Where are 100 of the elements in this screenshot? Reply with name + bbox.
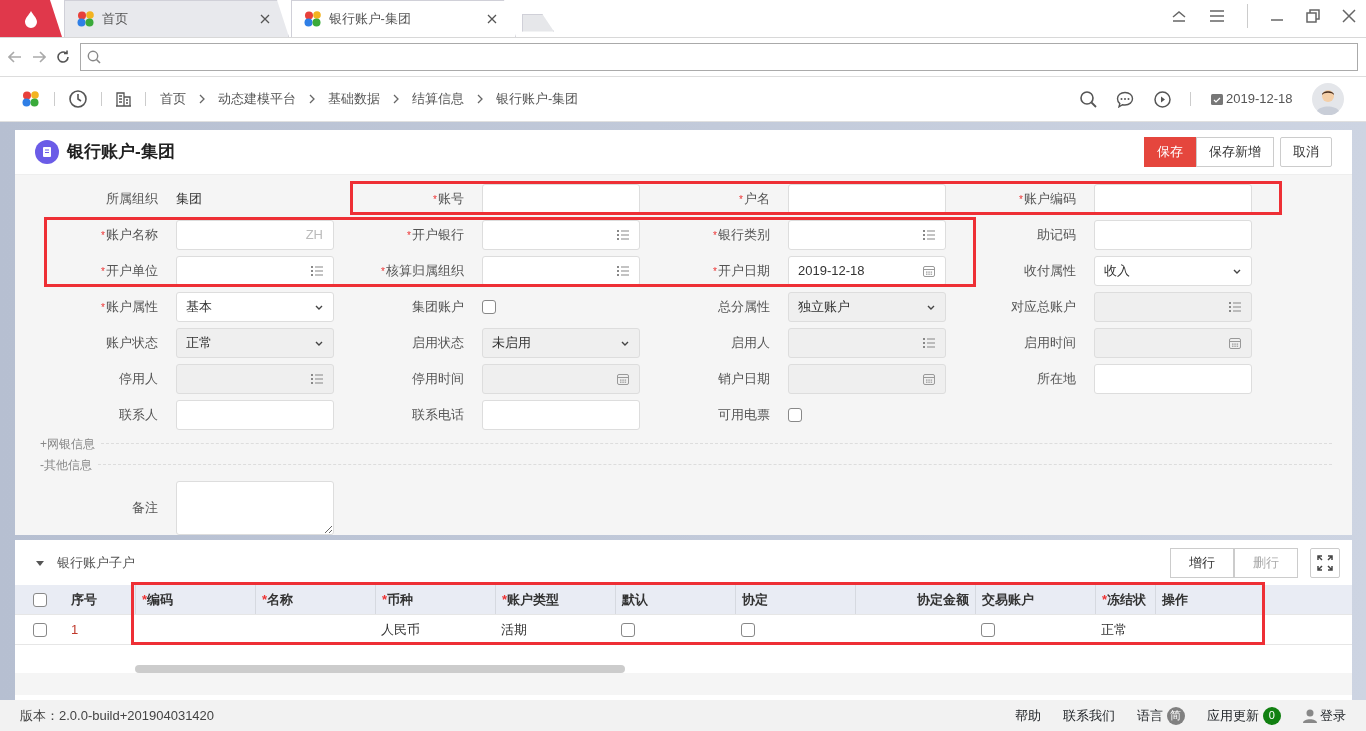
footer-link[interactable]: 语言 [1136,705,1163,726]
checkbox[interactable] [788,408,802,422]
checkbox[interactable] [33,592,47,607]
checkbox[interactable] [621,622,635,637]
column-header: 默认 [622,590,648,609]
lookup-field[interactable] [482,220,640,250]
forward-arrow-icon[interactable] [32,51,46,63]
chevron-down-icon [621,340,629,346]
field-label: *户名 [739,191,770,207]
lookup-field[interactable] [482,256,640,286]
field-label: *银行类别 [713,227,770,243]
chevron-right-icon [393,94,399,104]
footer-link[interactable]: 应用更新 [1206,705,1259,726]
field-label: 集团账户 [412,299,464,315]
remark-field[interactable] [176,481,334,535]
date-text: 2019-12-18 [1226,90,1293,109]
action-button[interactable]: 取消 [1280,137,1332,167]
app-logo-icon [304,11,322,27]
date-field[interactable]: 2019-12-18 [788,256,946,286]
lookup-field[interactable] [176,256,334,286]
list-icon [1229,302,1241,312]
avatar-icon[interactable] [1312,83,1344,115]
breadcrumb-link[interactable]: 银行账户-集团 [496,89,579,109]
lookup-field[interactable] [788,220,946,250]
column-header: 操作 [1162,590,1188,609]
input-field[interactable] [1094,364,1252,394]
action-button[interactable]: 保存新增 [1195,137,1274,167]
column-header: *名称 [262,590,294,609]
checkbox[interactable] [981,622,995,637]
search-icon[interactable] [1079,90,1097,108]
input-field[interactable] [1094,220,1252,250]
checkbox[interactable] [741,622,755,637]
fullscreen-button[interactable] [1310,547,1340,578]
calendar-icon [923,265,935,277]
input-field[interactable] [176,400,334,430]
breadcrumb-link[interactable]: 基础数据 [328,89,380,109]
tab-title: 首页 [101,10,128,29]
chevron-down-icon [315,304,323,310]
field-label: *开户日期 [713,263,770,279]
login-link[interactable]: 登录 [1302,705,1346,726]
document-icon [35,140,59,164]
chevron-down-icon [1233,268,1241,274]
close-icon[interactable] [260,14,270,24]
field-label: 对应总账户 [1011,299,1076,315]
building-icon[interactable] [116,91,131,107]
column-header: *编码 [142,590,174,609]
page-title: 银行账户-集团 [67,141,176,163]
checkbox[interactable] [33,622,47,637]
field-label: 停用时间 [412,371,464,387]
breadcrumb-link[interactable]: 结算信息 [412,89,464,109]
field-label: 备注 [132,500,158,516]
address-field[interactable] [80,43,1358,71]
menu-icon[interactable] [1209,10,1225,22]
column-header: *冻结状 [1102,590,1147,609]
field-label: 可用电票 [718,407,770,423]
clock-icon[interactable] [69,90,87,108]
select-field[interactable]: 基本 [176,292,334,322]
footer-link[interactable]: 联系我们 [1062,705,1115,726]
chat-icon[interactable] [1116,90,1135,108]
action-button[interactable]: 保存 [1143,137,1196,167]
chevron-down-icon [315,340,323,346]
breadcrumb-link[interactable]: 首页 [160,89,186,109]
row-button[interactable]: 增行 [1170,547,1234,578]
calendar-icon [923,373,935,385]
close-icon[interactable] [487,14,497,24]
app-logo-icon [22,91,40,107]
breadcrumb-link[interactable]: 动态建模平台 [218,89,296,109]
app-logo-tab[interactable] [0,0,62,37]
language-hint: ZH [305,226,323,245]
input-field[interactable] [482,184,640,214]
tab-title: 银行账户-集团 [328,10,411,29]
browser-tab[interactable]: 首页 [64,0,289,37]
play-icon[interactable] [1153,90,1171,108]
version-text: 版本：2.0.0-build+201904031420 [20,706,216,725]
footer-link[interactable]: 帮助 [1014,705,1041,726]
input-field[interactable] [1094,184,1252,214]
collapse-icon[interactable] [1171,10,1187,22]
restore-icon[interactable] [1306,9,1320,23]
select-field[interactable]: 收入 [1094,256,1252,286]
column-header: 交易账户 [982,590,1034,609]
field-label: 助记码 [1037,227,1076,243]
field-label: *开户单位 [101,263,158,279]
column-header: 协定 [742,590,768,609]
calendar-icon [1210,93,1223,105]
back-arrow-icon[interactable] [8,51,22,63]
reload-icon[interactable] [56,50,70,64]
browser-tab[interactable]: 银行账户-集团 [291,0,516,37]
field-label: 所在地 [1037,371,1076,387]
column-header: *账户类型 [502,590,560,609]
checkbox[interactable] [482,300,496,314]
scrollbar[interactable] [135,665,625,673]
chevron-right-icon [199,94,205,104]
input-field[interactable] [482,400,640,430]
search-icon [87,50,101,64]
column-header: *币种 [382,590,414,609]
field-value: 集团 [176,190,202,209]
close-icon[interactable] [1342,9,1356,23]
input-field[interactable] [788,184,946,214]
field-label: 账户状态 [106,335,158,351]
field-label: *账号 [433,191,464,207]
